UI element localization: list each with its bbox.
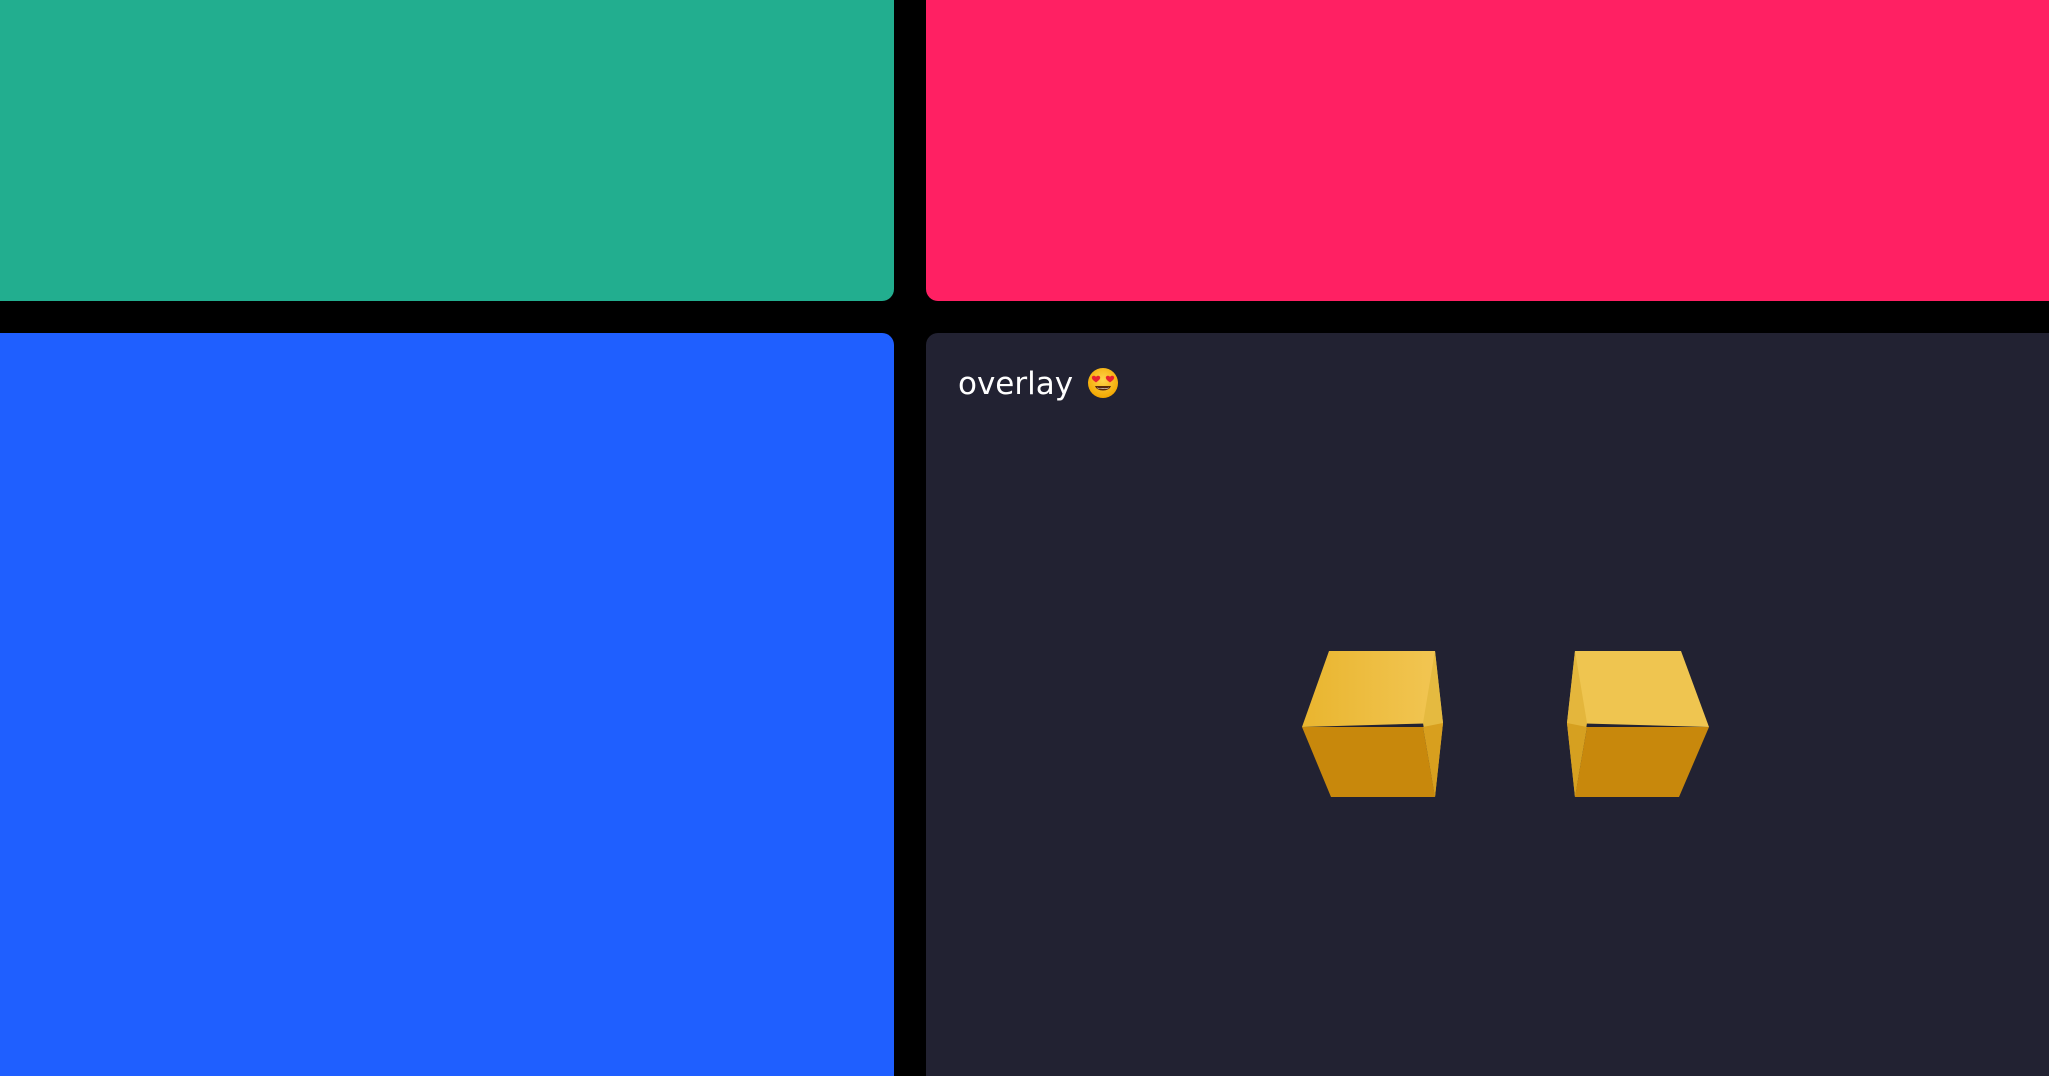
smiling-face-with-heart-eyes-icon — [1087, 368, 1118, 398]
cube-icon — [1567, 651, 1709, 797]
panel-top-right — [926, 0, 2049, 301]
overlay-label: overlay — [958, 367, 1119, 400]
canvas-grid: overlay — [0, 0, 2049, 1076]
overlay-label-text: overlay — [958, 366, 1074, 402]
panel-top-left — [0, 0, 894, 301]
cube-icon — [1302, 651, 1443, 797]
panel-bottom-left — [0, 333, 894, 1076]
panel-bottom-right-overlay: overlay — [926, 333, 2049, 1076]
